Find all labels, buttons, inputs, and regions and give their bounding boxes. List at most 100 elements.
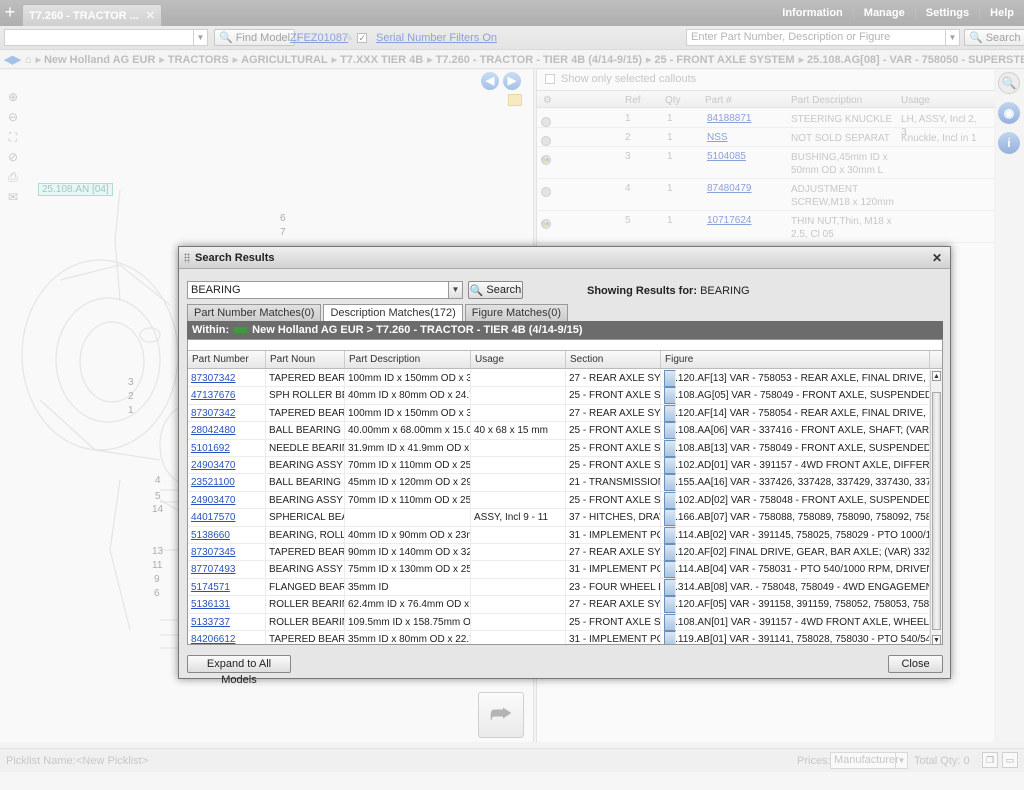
table-row[interactable]: 24903470 BEARING ASSY 70mm ID x 110mm OD x… [188, 491, 930, 510]
result-part-number-link[interactable]: 87707493 [188, 561, 266, 579]
result-part-number-link[interactable]: 24903470 [188, 457, 266, 474]
table-row[interactable]: 87707493 BEARING ASSY 75mm ID x 130mm OD x… [188, 561, 930, 579]
result-section: 37 - HITCHES, DRAW... [566, 509, 661, 527]
result-figure[interactable]: 21.155.AA[16] VAR - 337426, 337428, 3374… [661, 474, 930, 492]
scroll-up-icon[interactable]: ▲ [932, 371, 941, 381]
result-part-number-link[interactable]: 47137676 [188, 387, 266, 405]
result-figure[interactable]: 25.108.AG[05] VAR - 758049 - FRONT AXLE,… [661, 387, 930, 405]
result-figure[interactable]: 25.108.AB[13] VAR - 758049 - FRONT AXLE,… [661, 439, 930, 457]
result-usage [471, 631, 566, 644]
result-figure[interactable]: 27.120.AF[13] VAR - 758053 - REAR AXLE, … [661, 370, 930, 387]
table-row[interactable]: 84206612TAPERED BEARING35mm ID x 80mm OD… [188, 631, 930, 645]
dialog-title-bar[interactable]: Search Results ✕ [179, 247, 950, 269]
chevron-down-icon[interactable]: ▼ [448, 282, 462, 298]
figure-icon[interactable] [664, 439, 676, 457]
figure-icon[interactable] [664, 491, 676, 509]
result-figure[interactable]: 25.108.AA[06] VAR - 337416 - FRONT AXLE,… [661, 422, 930, 440]
table-row[interactable]: 5133737ROLLER BEARING109.5mm ID x 158.75… [188, 613, 930, 631]
result-figure[interactable]: 27.120.AF[02] FINAL DRIVE, GEAR, BAR AXL… [661, 544, 930, 561]
tab-description-matches[interactable]: Description Matches(172) [323, 304, 463, 322]
drag-handle-icon[interactable] [184, 253, 190, 263]
result-figure-label: 23.314.AB[08] VAR. - 758048, 758049 - 4W… [664, 581, 929, 593]
result-part-number-link[interactable]: 87307342 [188, 370, 266, 387]
result-figure[interactable]: 25.102.AD[02] VAR - 758048 - FRONT AXLE,… [661, 491, 930, 509]
result-figure[interactable]: 27.120.AF[14] VAR - 758054 - REAR AXLE, … [661, 404, 930, 422]
table-row[interactable]: 87307345TAPERED BEARING90mm ID x 140mm O… [188, 544, 930, 562]
column-header[interactable]: Figure [661, 351, 930, 368]
result-part-noun: TAPERED BEARING [266, 544, 345, 561]
result-figure[interactable]: 25.102.AD[01] VAR - 391157 - 4WD FRONT A… [661, 457, 930, 474]
tab-part-number-matches[interactable]: Part Number Matches(0) [187, 304, 322, 321]
result-part-number-link[interactable]: 23521100 [188, 474, 266, 492]
result-figure[interactable]: 37.166.AB[07] VAR - 758088, 758089, 7580… [661, 509, 930, 527]
scroll-thumb[interactable] [932, 392, 941, 630]
table-row[interactable]: 5138660BEARING, ROLLE...40mm ID x 90mm O… [188, 526, 930, 544]
result-figure-label: 37.166.AB[07] VAR - 758088, 758089, 7580… [664, 512, 929, 524]
figure-icon[interactable] [664, 370, 676, 387]
result-section: 23 - FOUR WHEEL DR... [566, 578, 661, 596]
column-header[interactable]: Part Noun [266, 351, 345, 368]
table-row[interactable]: 87307342TAPERED BEARING100mm ID x 150mm … [188, 370, 930, 388]
figure-icon[interactable] [664, 596, 676, 614]
result-part-number-link[interactable]: 5101692 [188, 439, 266, 457]
result-part-number-link[interactable]: 84206612 [188, 631, 266, 644]
close-icon[interactable]: ✕ [932, 251, 942, 265]
figure-icon[interactable] [664, 578, 676, 596]
result-part-number-link[interactable]: 87307345 [188, 544, 266, 561]
result-part-number-link[interactable]: 5138660 [188, 526, 266, 544]
results-scrollbar[interactable]: ▲ ▼ [930, 370, 942, 644]
figure-icon[interactable] [664, 422, 676, 440]
result-part-number-link[interactable]: 5133737 [188, 613, 266, 631]
results-header: Part Number Part Noun Part Description U… [188, 350, 942, 369]
column-header[interactable]: Usage [471, 351, 566, 368]
result-part-number-link[interactable]: 87307342 [188, 404, 266, 422]
figure-icon[interactable] [664, 404, 676, 422]
figure-icon[interactable] [664, 474, 676, 492]
result-part-number-link[interactable]: 28042480 [188, 422, 266, 440]
search-term-input[interactable]: BEARING ▼ [187, 281, 463, 299]
result-figure-label: 31.114.AB[04] VAR - 758031 - PTO 540/100… [664, 564, 929, 576]
dialog-search-button[interactable]: 🔍 Search [468, 281, 523, 299]
result-section: 21 - TRANSMISSION [566, 474, 661, 492]
figure-icon[interactable] [664, 457, 676, 474]
table-row[interactable]: 5136131ROLLER BEARING62.4mm ID x 76.4mm … [188, 596, 930, 614]
figure-icon[interactable] [664, 561, 676, 579]
scroll-down-icon[interactable]: ▼ [932, 635, 941, 644]
result-part-number-link[interactable]: 5136131 [188, 596, 266, 614]
result-part-number-link[interactable]: 44017570 [188, 509, 266, 527]
table-row[interactable]: 44017570SPHERICAL BEA... ASSY, Incl 9 - 1… [188, 509, 930, 527]
table-row[interactable]: 23521100 BALL BEARING 45mm ID x 120mm OD x… [188, 474, 930, 492]
result-part-description: 70mm ID x 110mm OD x 25mm... [345, 491, 471, 509]
result-part-number-link[interactable]: 24903470 [188, 491, 266, 509]
result-figure[interactable]: 23.314.AB[08] VAR. - 758048, 758049 - 4W… [661, 578, 930, 596]
tab-figure-matches[interactable]: Figure Matches(0) [464, 304, 569, 321]
column-header[interactable]: Part Description [345, 351, 471, 368]
result-figure[interactable]: 31.114.AB[02] VAR - 391145, 758025, 7580… [661, 526, 930, 544]
figure-icon[interactable] [664, 613, 676, 631]
figure-icon[interactable] [664, 631, 676, 644]
result-figure[interactable]: 31.114.AB[04] VAR - 758031 - PTO 540/100… [661, 561, 930, 579]
table-row[interactable]: 28042480 BALL BEARING 40.00mm x 68.00mm x … [188, 422, 930, 440]
result-figure-label: 31.119.AB[01] VAR - 391141, 758028, 7580… [664, 634, 929, 645]
result-part-number-link[interactable]: 5174571 [188, 578, 266, 596]
table-row[interactable]: 5101692NEEDLE BEARING31.9mm ID x 41.9mm … [188, 439, 930, 457]
result-figure[interactable]: 27.120.AF[05] VAR - 391158, 391159, 7580… [661, 596, 930, 614]
table-row[interactable]: 5174571FLANGED BEARI...35mm ID 23 - FOUR … [188, 578, 930, 597]
table-row[interactable]: 24903470 BEARING ASSY 70mm ID x 110mm OD x… [188, 457, 930, 475]
result-figure[interactable]: 25.108.AN[01] VAR - 391157 - 4WD FRONT A… [661, 613, 930, 631]
expand-to-all-models-button[interactable]: Expand to All Models [187, 655, 291, 686]
close-button[interactable]: Close [888, 655, 943, 673]
dialog-title: Search Results [195, 252, 275, 264]
result-usage [471, 578, 566, 596]
figure-icon[interactable] [664, 526, 676, 544]
result-section: 25 - FRONT AXLE SYS... [566, 439, 661, 457]
figure-icon[interactable] [664, 509, 676, 527]
table-row[interactable]: 47137676SPH ROLLER BE...40mm ID x 80mm O… [188, 387, 930, 405]
figure-icon[interactable] [664, 387, 676, 405]
result-figure[interactable]: 31.119.AB[01] VAR - 391141, 758028, 7580… [661, 631, 930, 645]
column-header[interactable]: Section [566, 351, 661, 368]
table-row[interactable]: 87307342TAPERED BEARING100mm ID x 150mm … [188, 404, 930, 423]
column-header[interactable]: Part Number [188, 351, 266, 368]
result-section: 25 - FRONT AXLE SYS... [566, 422, 661, 440]
figure-icon[interactable] [664, 544, 676, 561]
